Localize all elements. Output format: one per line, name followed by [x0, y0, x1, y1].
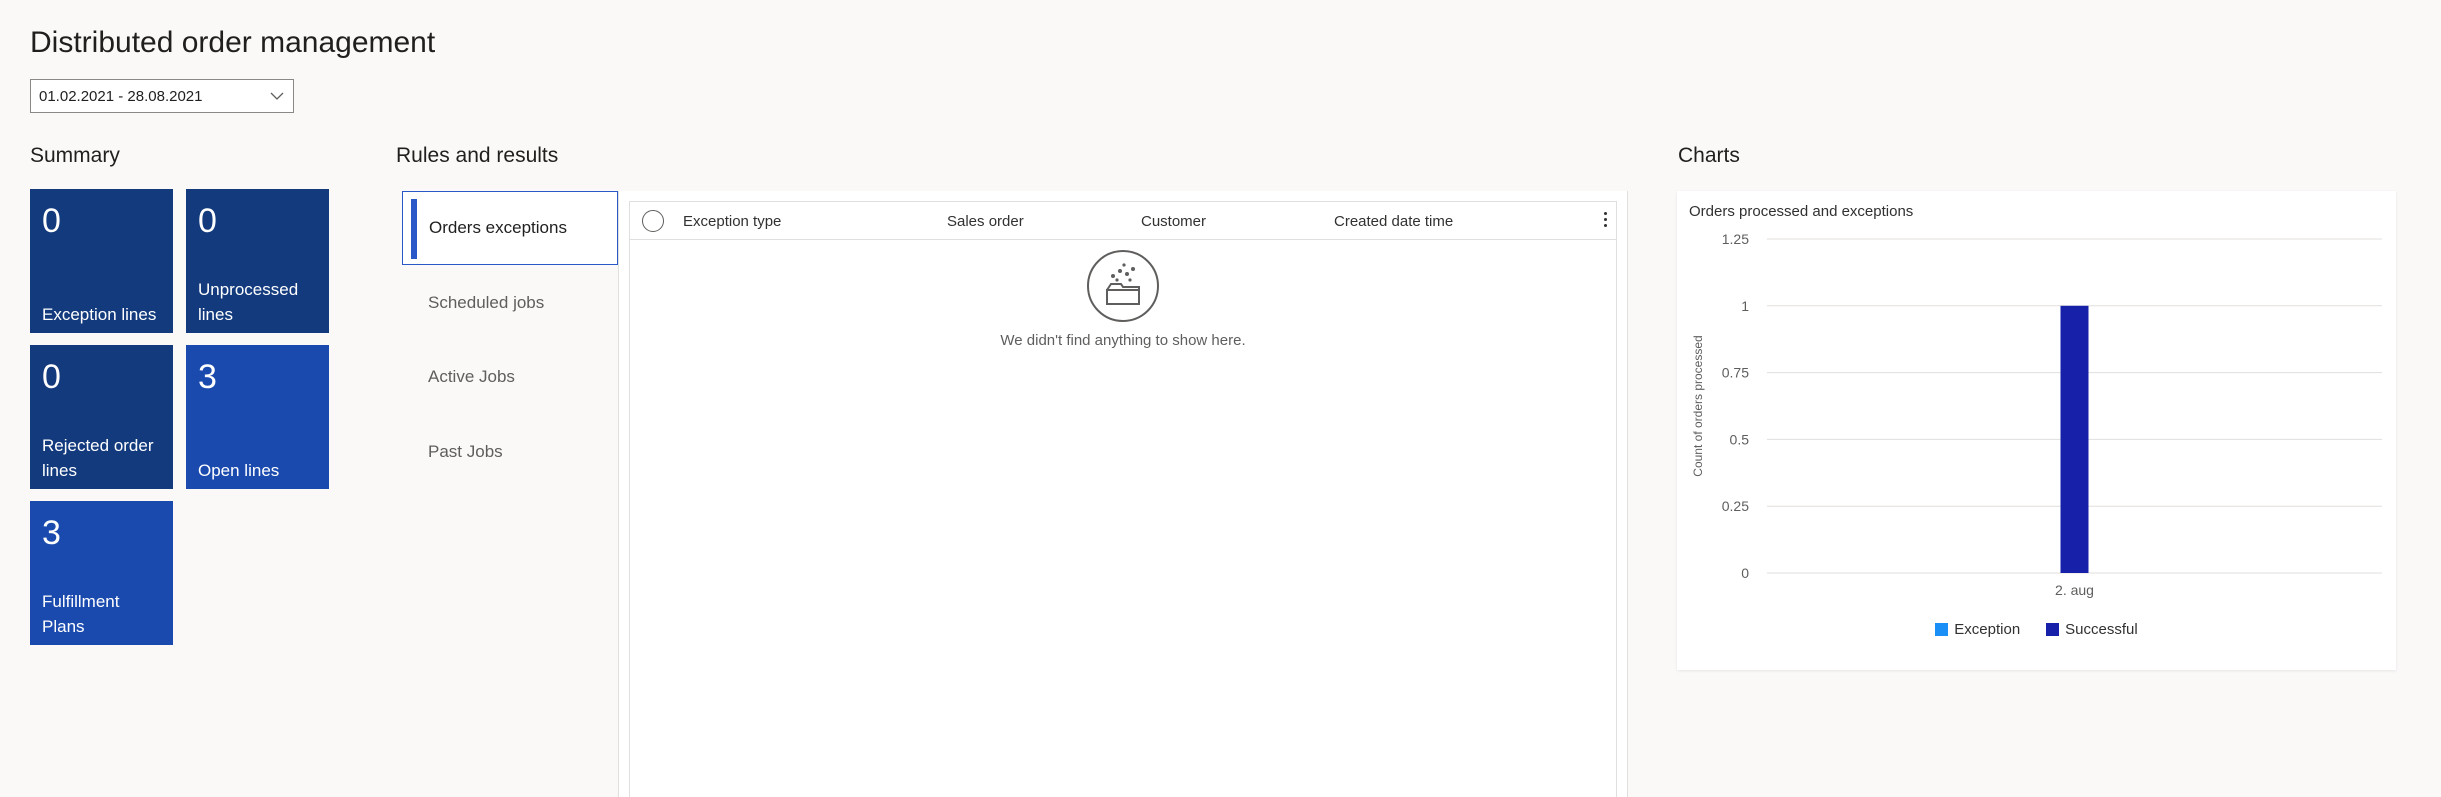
- legend-item-exception[interactable]: Exception: [1935, 621, 2020, 638]
- nav-label: Active Jobs: [428, 367, 515, 386]
- tile-label: Exception lines: [42, 305, 157, 324]
- tile-count: 3: [198, 358, 217, 396]
- legend-label: Successful: [2065, 621, 2138, 638]
- nav-active-jobs[interactable]: Active Jobs: [402, 340, 618, 414]
- tile-exception-lines[interactable]: 0 Exception lines: [30, 189, 173, 333]
- legend-label: Exception: [1954, 621, 2021, 638]
- legend-swatch: [1935, 623, 1949, 636]
- x-tick-label: 2. aug: [2055, 582, 2094, 598]
- charts-title: Charts: [1678, 144, 1740, 167]
- column-header-customer[interactable]: Customer: [1141, 213, 1206, 230]
- date-range-value: 01.02.2021 - 28.08.2021: [39, 87, 203, 105]
- legend-item-successful[interactable]: Successful: [2046, 621, 2138, 638]
- tile-rejected-order-lines[interactable]: 0 Rejected order lines: [30, 345, 173, 489]
- grid-header: Exception type Sales order Customer Crea…: [630, 202, 1616, 240]
- y-tick-label: 0.25: [1722, 498, 1749, 514]
- y-tick-label: 0.75: [1722, 365, 1749, 381]
- active-indicator: [411, 199, 417, 259]
- column-header-created-date-time[interactable]: Created date time: [1334, 213, 1453, 230]
- tile-count: 0: [198, 202, 217, 240]
- more-options-icon[interactable]: [1602, 212, 1608, 230]
- empty-folder-icon: [1087, 250, 1159, 322]
- y-tick-label: 1.25: [1722, 231, 1749, 247]
- exceptions-grid: Exception type Sales order Customer Crea…: [629, 201, 1617, 797]
- nav-scheduled-jobs[interactable]: Scheduled jobs: [402, 266, 618, 340]
- y-tick-label: 0: [1741, 565, 1749, 581]
- tile-label: Unprocessed lines: [198, 280, 299, 324]
- nav-label: Past Jobs: [428, 442, 503, 461]
- column-header-sales-order[interactable]: Sales order: [947, 213, 1024, 230]
- chevron-down-icon: [270, 92, 284, 100]
- nav-label: Orders exceptions: [429, 218, 567, 237]
- y-tick-label: 0.5: [1730, 431, 1750, 447]
- rules-title: Rules and results: [396, 144, 559, 167]
- nav-past-jobs[interactable]: Past Jobs: [402, 415, 618, 489]
- tile-unprocessed-lines[interactable]: 0 Unprocessed lines: [186, 189, 329, 333]
- tile-count: 0: [42, 358, 61, 396]
- bar-chart: 1.25 1 0.75 0.5 0.25 0 Count of orders process…: [1691, 231, 2382, 598]
- chart-legend: Exception Successful: [1677, 621, 2396, 638]
- tile-fulfillment-plans[interactable]: 3 Fulfillment Plans: [30, 501, 173, 645]
- tile-label: Fulfillment Plans: [42, 592, 120, 636]
- empty-message: We didn't find anything to show here.: [1000, 332, 1246, 349]
- chart-card: Orders processed and exceptions 1.25 1 0.7…: [1677, 191, 2396, 670]
- y-tick-label: 1: [1741, 298, 1749, 314]
- tile-label: Rejected order lines: [42, 436, 154, 480]
- rules-nav: Orders exceptions Scheduled jobs Active …: [402, 191, 618, 797]
- date-range-dropdown[interactable]: 01.02.2021 - 28.08.2021: [30, 79, 294, 113]
- tile-label: Open lines: [198, 461, 280, 480]
- nav-orders-exceptions[interactable]: Orders exceptions: [402, 191, 618, 265]
- tile-count: 3: [42, 514, 61, 552]
- column-header-exception-type[interactable]: Exception type: [683, 213, 781, 230]
- legend-swatch: [2046, 623, 2060, 636]
- page-title: Distributed order management: [30, 26, 436, 59]
- summary-title: Summary: [30, 144, 120, 167]
- nav-label: Scheduled jobs: [428, 293, 545, 312]
- divider: [1627, 191, 1628, 797]
- bar-successful: [2060, 305, 2089, 573]
- tile-count: 0: [42, 202, 61, 240]
- tile-open-lines[interactable]: 3 Open lines: [186, 345, 329, 489]
- y-axis-label: Count of orders processed: [1691, 335, 1705, 476]
- select-all-checkbox[interactable]: [642, 210, 664, 232]
